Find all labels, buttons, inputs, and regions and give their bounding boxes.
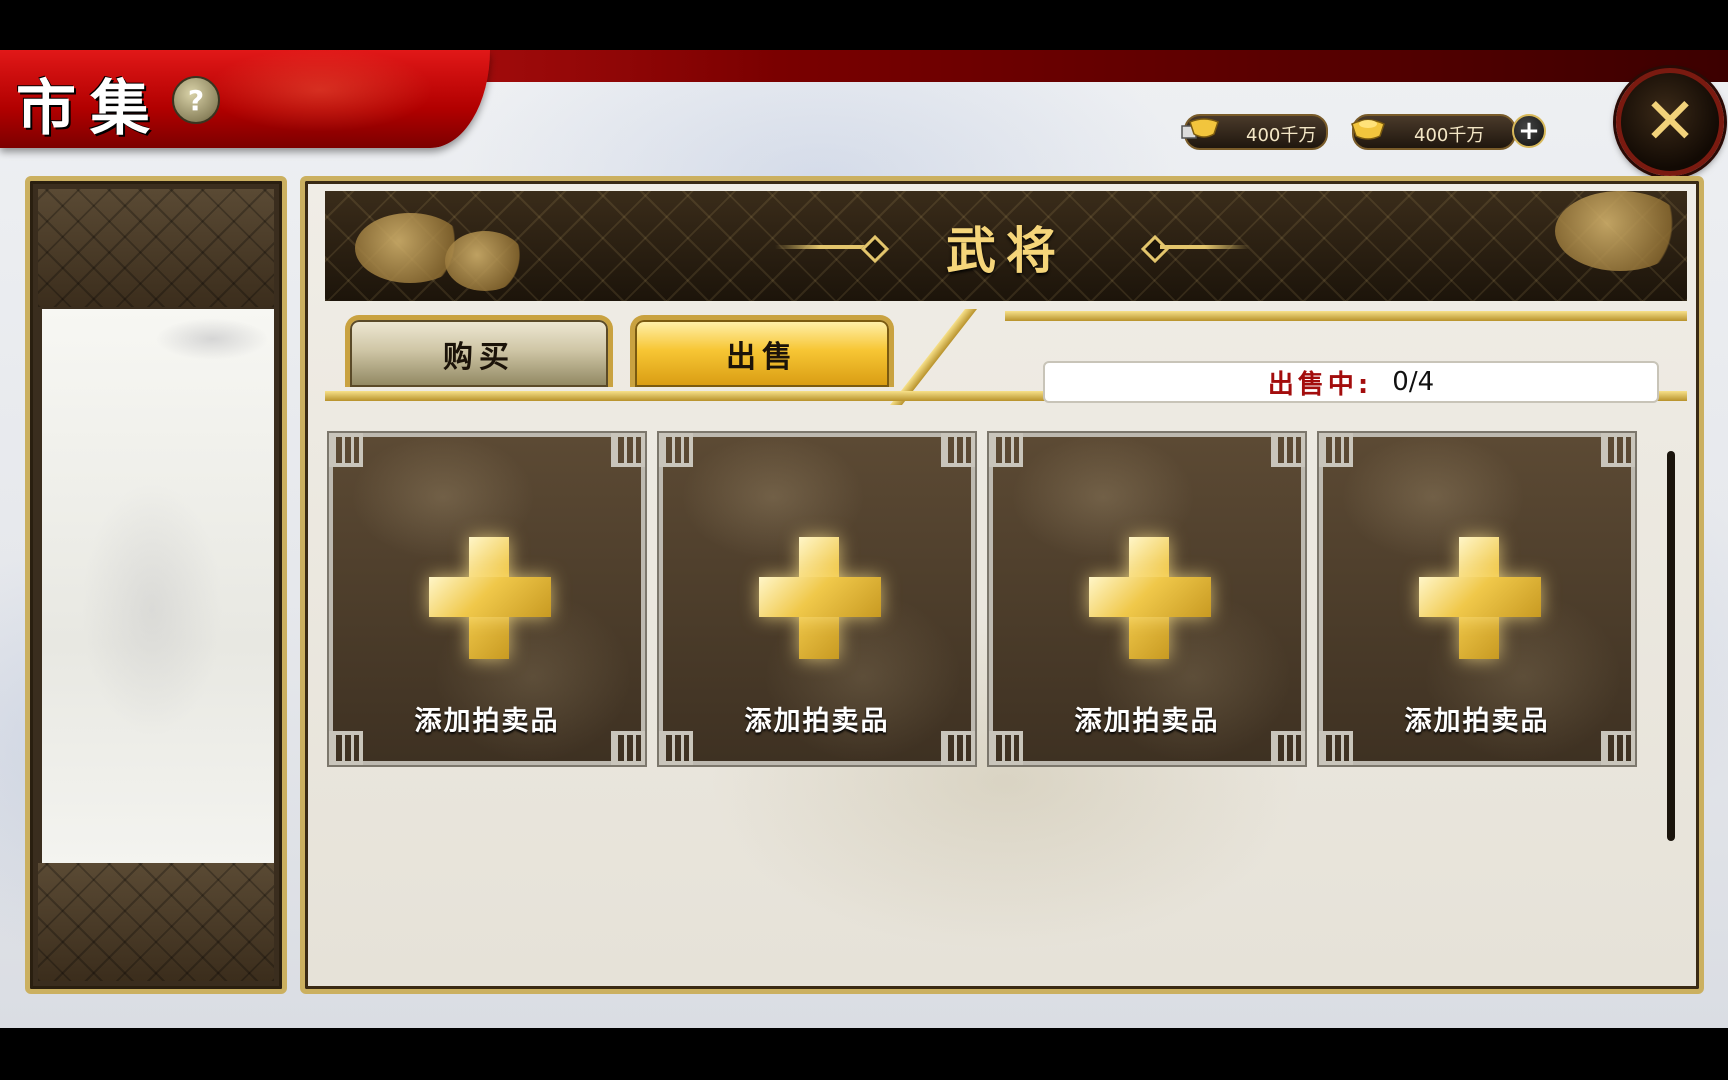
corner-ornament bbox=[989, 433, 1023, 467]
corner-ornament bbox=[1601, 433, 1635, 467]
auction-slot[interactable]: 添加拍卖品 bbox=[327, 431, 647, 767]
corner-ornament bbox=[659, 433, 693, 467]
selling-value: 0/4 bbox=[1392, 367, 1435, 397]
silver-ingot-icon bbox=[1181, 118, 1219, 139]
add-currency-button[interactable]: + bbox=[1512, 114, 1546, 148]
slot-label: 添加拍卖品 bbox=[1074, 706, 1220, 737]
panel-title: 武将 bbox=[946, 221, 1066, 280]
main-panel: 武将 购买 出售 出售中: 0/4 添加拍卖品 添加拍卖品 添加拍卖品 添加拍卖… bbox=[300, 176, 1704, 994]
plus-icon bbox=[1419, 577, 1541, 617]
gold-rail-top bbox=[1005, 311, 1687, 321]
scrollbar[interactable] bbox=[1667, 451, 1675, 841]
gold-currency: 400千万 bbox=[1351, 114, 1516, 150]
left-panel-pattern-top bbox=[38, 189, 274, 307]
tab-sell[interactable]: 出售 bbox=[630, 315, 894, 387]
plus-icon bbox=[1089, 577, 1211, 617]
gold-amount: 400千万 bbox=[1414, 125, 1485, 146]
selling-label: 出售中: bbox=[1267, 369, 1373, 400]
help-icon[interactable]: ? bbox=[172, 76, 220, 124]
page-title: 市集 bbox=[16, 74, 164, 144]
slot-label: 添加拍卖品 bbox=[1404, 706, 1550, 737]
silver-currency: 400千万 bbox=[1181, 114, 1328, 150]
auction-slot[interactable]: 添加拍卖品 bbox=[1317, 431, 1637, 767]
selling-count-box: 出售中: 0/4 bbox=[1043, 361, 1659, 403]
corner-ornament bbox=[611, 433, 645, 467]
corner-ornament bbox=[329, 433, 363, 467]
slot-label: 添加拍卖品 bbox=[744, 706, 890, 737]
tab-buy[interactable]: 购买 bbox=[345, 315, 613, 387]
gold-ingot-icon bbox=[1351, 119, 1385, 140]
left-panel-scroll-image bbox=[42, 309, 274, 867]
left-panel bbox=[25, 176, 287, 994]
header-line-right bbox=[1160, 245, 1250, 249]
slot-label: 添加拍卖品 bbox=[414, 706, 560, 737]
close-button[interactable]: ✕ bbox=[1616, 68, 1724, 176]
corner-ornament bbox=[1319, 433, 1353, 467]
corner-ornament bbox=[941, 433, 975, 467]
panel-header: 武将 bbox=[325, 191, 1687, 301]
silver-amount: 400千万 bbox=[1246, 125, 1317, 146]
auction-slot[interactable]: 添加拍卖品 bbox=[657, 431, 977, 767]
auction-slot[interactable]: 添加拍卖品 bbox=[987, 431, 1307, 767]
corner-ornament bbox=[1271, 433, 1305, 467]
plus-icon bbox=[429, 577, 551, 617]
bottom-bar bbox=[0, 1028, 1728, 1080]
plus-icon bbox=[759, 577, 881, 617]
left-panel-pattern-bottom bbox=[38, 863, 274, 981]
